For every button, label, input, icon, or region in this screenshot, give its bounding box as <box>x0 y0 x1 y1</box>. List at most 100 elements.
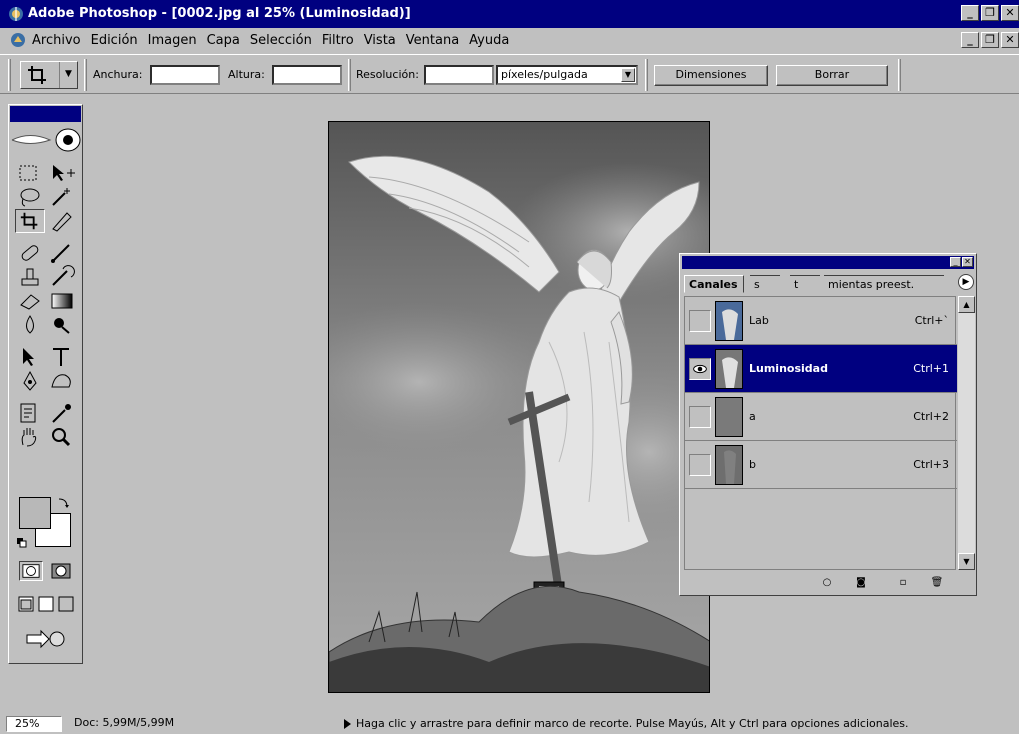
chevron-down-icon[interactable]: ▼ <box>59 62 77 88</box>
notes-tool-icon[interactable] <box>15 401 45 425</box>
menu-imagen[interactable]: Imagen <box>148 33 197 48</box>
tab-paths[interactable]: s <box>750 275 780 293</box>
type-tool-icon[interactable] <box>47 345 77 369</box>
channel-row-a[interactable]: a Ctrl+2 <box>685 393 957 441</box>
channel-thumbnail <box>715 349 743 389</box>
clear-button[interactable]: Borrar <box>776 65 888 86</box>
tab-tool-presets[interactable]: mientas preest. <box>824 275 944 293</box>
healing-brush-tool-icon[interactable] <box>15 241 45 265</box>
zoom-level-field[interactable]: 25% <box>6 716 62 732</box>
channel-thumbnail <box>715 397 743 437</box>
clone-stamp-tool-icon[interactable] <box>15 265 45 289</box>
full-screen-menu-mode-icon[interactable] <box>37 595 55 613</box>
crop-tool-icon[interactable] <box>15 209 45 233</box>
height-label: Altura: <box>228 68 265 81</box>
tab-canales[interactable]: Canales <box>684 275 744 293</box>
zoom-tool-icon[interactable] <box>47 425 77 449</box>
channel-list-scrollbar[interactable]: ▲ ▼ <box>958 296 975 570</box>
menu-archivo[interactable]: Archivo <box>32 33 81 48</box>
quick-mask-mode-icon[interactable] <box>49 561 73 581</box>
minimize-button[interactable]: _ <box>961 5 979 21</box>
move-tool-icon[interactable] <box>47 161 77 185</box>
visibility-toggle[interactable] <box>689 454 711 476</box>
default-colors-icon[interactable] <box>17 537 27 548</box>
scroll-down-icon[interactable]: ▼ <box>958 553 975 570</box>
visibility-toggle[interactable] <box>689 310 711 332</box>
width-input[interactable] <box>150 65 220 85</box>
standard-mode-icon[interactable] <box>19 561 43 581</box>
width-label: Anchura: <box>93 68 143 81</box>
dodge-tool-icon[interactable] <box>47 313 77 337</box>
palette-menu-arrow-icon[interactable]: ▶ <box>958 274 974 290</box>
doc-restore-button[interactable]: ❐ <box>981 32 999 48</box>
doc-minimize-button[interactable]: _ <box>961 32 979 48</box>
toolbox <box>8 104 83 664</box>
options-grip[interactable] <box>8 59 11 91</box>
brush-tool-icon[interactable] <box>47 241 77 265</box>
channel-row-luminosidad[interactable]: Luminosidad Ctrl+1 <box>685 345 957 393</box>
channel-row-b[interactable]: b Ctrl+3 <box>685 441 957 489</box>
channel-thumbnail <box>715 445 743 485</box>
toolbox-title-bar[interactable] <box>10 106 81 122</box>
status-arrow-icon[interactable] <box>344 719 351 729</box>
menu-capa[interactable]: Capa <box>207 33 240 48</box>
history-brush-tool-icon[interactable] <box>47 265 77 289</box>
marquee-tool-icon[interactable] <box>15 161 45 185</box>
palette-close-button[interactable]: ✕ <box>962 257 973 267</box>
visibility-toggle[interactable] <box>689 358 711 380</box>
full-screen-mode-icon[interactable] <box>57 595 75 613</box>
channel-name: a <box>749 410 756 423</box>
document-size-info[interactable]: Doc: 5,99M/5,99M <box>74 716 174 729</box>
channel-row-lab[interactable]: Lab Ctrl+` <box>685 297 957 345</box>
swap-colors-icon[interactable] <box>57 497 69 509</box>
channel-shortcut: Ctrl+3 <box>913 458 949 471</box>
resolution-unit-select[interactable]: píxeles/pulgada ▼ <box>496 65 638 85</box>
front-image-button[interactable]: Dimensiones <box>654 65 768 86</box>
resolution-input[interactable] <box>424 65 494 85</box>
jump-to-imageready-icon[interactable] <box>23 627 69 651</box>
trash-icon[interactable]: 🗑 <box>930 576 944 590</box>
doc-close-button[interactable]: ✕ <box>1001 32 1019 48</box>
restore-button[interactable]: ❐ <box>981 5 999 21</box>
menu-bar: Archivo Edición Imagen Capa Selección Fi… <box>0 28 1019 52</box>
visibility-toggle[interactable] <box>689 406 711 428</box>
photoshop-app-icon[interactable] <box>8 6 24 22</box>
height-input[interactable] <box>272 65 342 85</box>
foreground-color-swatch[interactable] <box>19 497 51 529</box>
gradient-tool-icon[interactable] <box>47 289 77 313</box>
palette-tabs: Canales s t mientas preest. <box>684 273 974 293</box>
tab-history[interactable]: t <box>790 275 820 293</box>
lasso-tool-icon[interactable] <box>15 185 45 209</box>
eyedropper-tool-icon[interactable] <box>47 401 77 425</box>
scroll-up-icon[interactable]: ▲ <box>958 296 975 313</box>
blur-tool-icon[interactable] <box>15 313 45 337</box>
menu-vista[interactable]: Vista <box>364 33 396 48</box>
menu-edicion[interactable]: Edición <box>91 33 138 48</box>
standard-screen-mode-icon[interactable] <box>17 595 35 613</box>
hand-tool-icon[interactable] <box>15 425 45 449</box>
path-selection-tool-icon[interactable] <box>15 345 45 369</box>
menu-ventana[interactable]: Ventana <box>406 33 459 48</box>
palette-title-bar[interactable] <box>682 256 974 269</box>
new-channel-icon[interactable]: ▫ <box>896 576 910 590</box>
custom-shape-tool-icon[interactable] <box>47 369 77 393</box>
palette-minimize-button[interactable]: _ <box>950 257 961 267</box>
menu-filtro[interactable]: Filtro <box>322 33 354 48</box>
load-channel-as-selection-icon[interactable]: ○ <box>820 576 834 590</box>
eraser-tool-icon[interactable] <box>15 289 45 313</box>
menu-seleccion[interactable]: Selección <box>250 33 312 48</box>
options-separator <box>84 59 87 91</box>
tool-preset-picker[interactable]: ▼ <box>20 61 78 89</box>
save-selection-as-channel-icon[interactable]: ◙ <box>854 576 868 590</box>
magic-wand-tool-icon[interactable] <box>47 185 77 209</box>
close-button[interactable]: ✕ <box>1001 5 1019 21</box>
chevron-down-icon[interactable]: ▼ <box>621 68 635 82</box>
slice-tool-icon[interactable] <box>47 209 77 233</box>
document-canvas[interactable] <box>328 121 710 693</box>
window-title: Adobe Photoshop - [0002.jpg al 25% (Lumi… <box>28 6 411 21</box>
pen-tool-icon[interactable] <box>15 369 45 393</box>
options-separator-3 <box>645 59 648 91</box>
document-icon[interactable] <box>10 32 26 48</box>
feather-eye-logo[interactable] <box>10 123 81 157</box>
menu-ayuda[interactable]: Ayuda <box>469 33 509 48</box>
